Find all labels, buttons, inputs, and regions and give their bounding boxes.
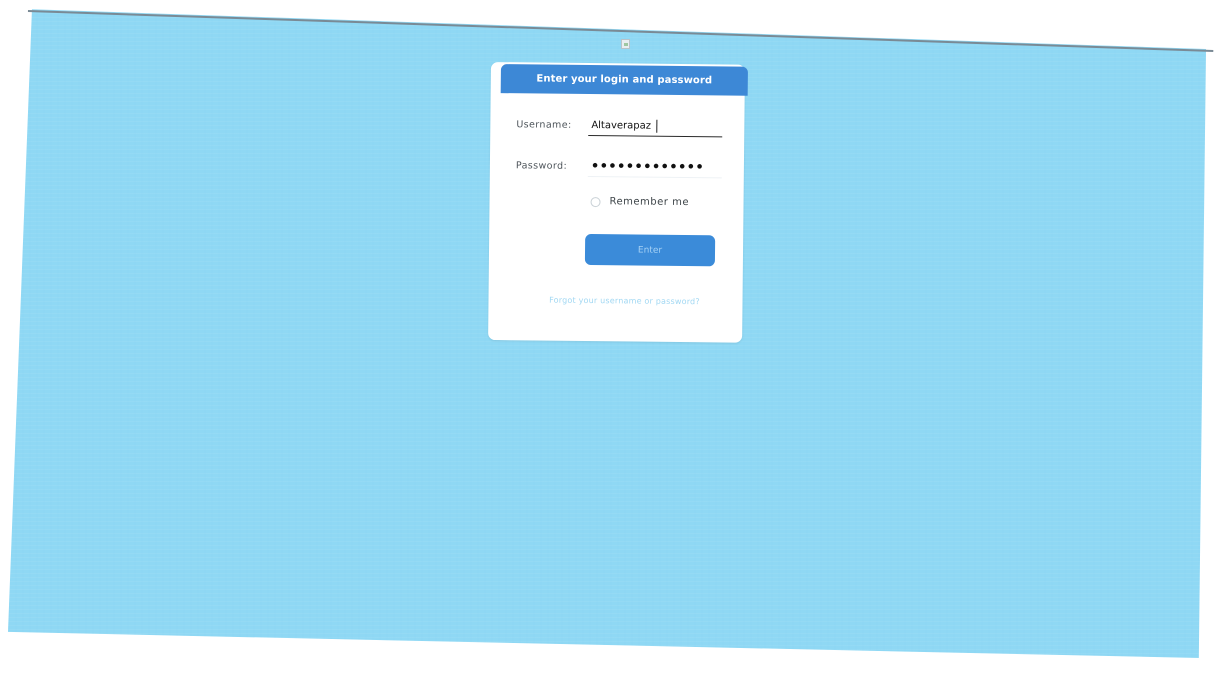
radio-circle-icon[interactable] <box>590 196 601 207</box>
enter-button[interactable]: Enter <box>584 233 716 267</box>
text-cursor <box>656 119 658 133</box>
broken-image-icon <box>621 39 630 49</box>
username-label: Username: <box>516 119 572 131</box>
remember-me-toggle[interactable]: Remember me <box>590 196 689 208</box>
photo-background: Enter your login and password Username: … <box>0 0 1214 681</box>
dialog-title: Enter your login and password <box>500 64 748 96</box>
password-label: Password: <box>515 160 568 172</box>
password-field[interactable] <box>587 156 723 179</box>
login-dialog: Enter your login and password Username: … <box>488 62 748 343</box>
remember-me-label: Remember me <box>609 196 690 209</box>
forgot-credentials-link[interactable]: Forgot your username or password? <box>534 295 714 307</box>
